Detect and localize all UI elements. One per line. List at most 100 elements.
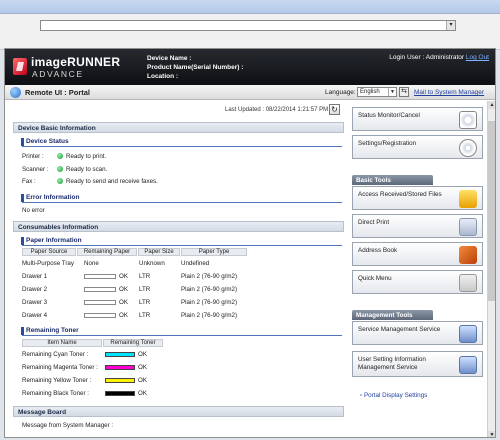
section-consumables-info: Consumables Information (13, 221, 344, 232)
column-header: Remaining Paper (77, 248, 137, 256)
logout-link[interactable]: Log Out (466, 54, 489, 61)
toner-value: OK (138, 390, 147, 397)
paper-source: Drawer 1 (22, 273, 48, 280)
status-monitor-button[interactable]: Status Monitor/Cancel (352, 107, 483, 131)
status-value: Ready to scan. (66, 166, 108, 173)
last-updated: Last Updated : 08/22/2014 1:21:57 PM (225, 107, 329, 113)
status-ok-icon (57, 178, 63, 184)
status-label: Printer : (22, 153, 44, 160)
user-setting-management-button[interactable]: User Setting Information Management Serv… (352, 351, 483, 377)
paper-level-bar (84, 313, 116, 318)
device-info: Device Name : Product Name(Serial Number… (147, 54, 243, 81)
section-message-board: Message Board (13, 406, 344, 417)
subsection-paper-info: Paper Information (21, 237, 342, 246)
toner-value: OK (138, 364, 147, 371)
mail-to-system-manager-link[interactable]: Mail to System Manager (414, 89, 484, 96)
paper-size: LTR (139, 299, 151, 306)
toner-level-bar (105, 352, 135, 357)
imagerunner-logo-icon (13, 58, 27, 75)
portal-display-settings-link[interactable]: ▫ Portal Display Settings (360, 392, 427, 399)
column-header: Item Name (22, 339, 102, 347)
message-from-label: Message from System Manager : (22, 422, 114, 429)
language-apply-button[interactable]: ⇆ (399, 87, 409, 97)
monitor-icon (459, 356, 477, 374)
vertical-scrollbar[interactable]: ▲ ▼ (487, 101, 495, 437)
subsection-remaining-toner: Remaining Toner (21, 327, 342, 336)
access-files-button[interactable]: Access Received/Stored Files (352, 186, 483, 210)
remote-ui-window: imageRUNNER ADVANCE Device Name : Produc… (4, 48, 496, 438)
toner-value: OK (138, 377, 147, 384)
paper-level-bar (84, 300, 116, 305)
direct-print-button[interactable]: Direct Print (352, 214, 483, 238)
printer-icon (459, 218, 477, 236)
paper-type: Plain 2 (76-90 g/m2) (181, 312, 238, 319)
column-header: Paper Source (22, 248, 76, 256)
location-label: Location : (147, 73, 179, 80)
header: imageRUNNER ADVANCE Device Name : Produc… (5, 49, 495, 85)
paper-type: Plain 2 (76-90 g/m2) (181, 286, 238, 293)
paper-type: Undefined (181, 260, 210, 267)
toner-name: Remaining Cyan Toner : (22, 351, 89, 358)
toner-table-header: Item Name Remaining Toner (22, 339, 164, 347)
quick-menu-label: Quick Menu (358, 275, 392, 282)
paper-source: Multi-Purpose Tray (22, 260, 74, 267)
column-header: Paper Size (138, 248, 180, 256)
section-device-basic-info: Device Basic Information (13, 122, 344, 133)
scrollbar-thumb[interactable] (488, 121, 495, 301)
refresh-icon: ↻ (331, 105, 338, 114)
status-ok-icon (57, 166, 63, 172)
service-management-button[interactable]: Service Management Service (352, 321, 483, 345)
paper-size: LTR (139, 286, 151, 293)
address-book-button[interactable]: Address Book (352, 242, 483, 266)
tab-management-tools: Management Tools (352, 310, 433, 320)
paper-remaining: OK (119, 286, 128, 293)
folder-icon (459, 190, 477, 208)
error-value: No error (22, 207, 45, 214)
status-label: Fax : (22, 178, 36, 185)
paper-remaining: OK (119, 299, 128, 306)
service-icon (459, 325, 477, 343)
quick-menu-button[interactable]: Quick Menu (352, 270, 483, 294)
address-bar[interactable]: ▾ (40, 20, 456, 31)
paper-type: Plain 2 (76-90 g/m2) (181, 273, 238, 280)
toner-name: Remaining Yellow Toner : (22, 377, 92, 384)
brand-title: imageRUNNER (31, 55, 121, 69)
language-select[interactable]: English ▼ (357, 87, 397, 97)
portal-globe-icon (10, 87, 21, 98)
status-label: Scanner : (22, 166, 49, 173)
access-files-label: Access Received/Stored Files (358, 191, 442, 198)
toner-value: OK (138, 351, 147, 358)
status-value: Ready to send and receive faxes. (66, 178, 158, 185)
scroll-down-icon[interactable]: ▼ (488, 431, 495, 437)
column-header: Remaining Toner (103, 339, 163, 347)
status-ok-icon (57, 153, 63, 159)
book-icon (459, 246, 477, 264)
language-value: English (360, 89, 380, 95)
service-management-label: Service Management Service (358, 326, 441, 333)
scroll-up-icon[interactable]: ▲ (488, 101, 495, 109)
main-content (5, 101, 345, 437)
device-name-label: Device Name : (147, 55, 192, 62)
paper-remaining: OK (119, 273, 128, 280)
paper-remaining: OK (119, 312, 128, 319)
refresh-button[interactable]: ↻ (329, 104, 340, 115)
subsection-error-info: Error Information (21, 194, 342, 203)
brand-subtitle: ADVANCE (32, 69, 84, 79)
toner-name: Remaining Magenta Toner : (22, 364, 98, 371)
settings-registration-button[interactable]: Settings/Registration (352, 135, 483, 159)
eye-icon (459, 111, 477, 129)
chevron-down-icon: ▼ (388, 88, 396, 96)
tab-basic-tools: Basic Tools (352, 175, 433, 185)
toner-level-bar (105, 365, 135, 370)
paper-table-header: Paper Source Remaining Paper Paper Size … (22, 248, 252, 256)
portal-display-settings-label: Portal Display Settings (363, 392, 428, 399)
status-value: Ready to print. (66, 153, 107, 160)
address-book-label: Address Book (358, 247, 398, 254)
paper-source: Drawer 2 (22, 286, 48, 293)
browser-title-bar (0, 0, 500, 14)
toner-level-bar (105, 391, 135, 396)
paper-source: Drawer 4 (22, 312, 48, 319)
paper-size: LTR (139, 312, 151, 319)
address-dropdown-icon[interactable]: ▾ (446, 21, 455, 30)
user-menu-icon (459, 274, 477, 292)
